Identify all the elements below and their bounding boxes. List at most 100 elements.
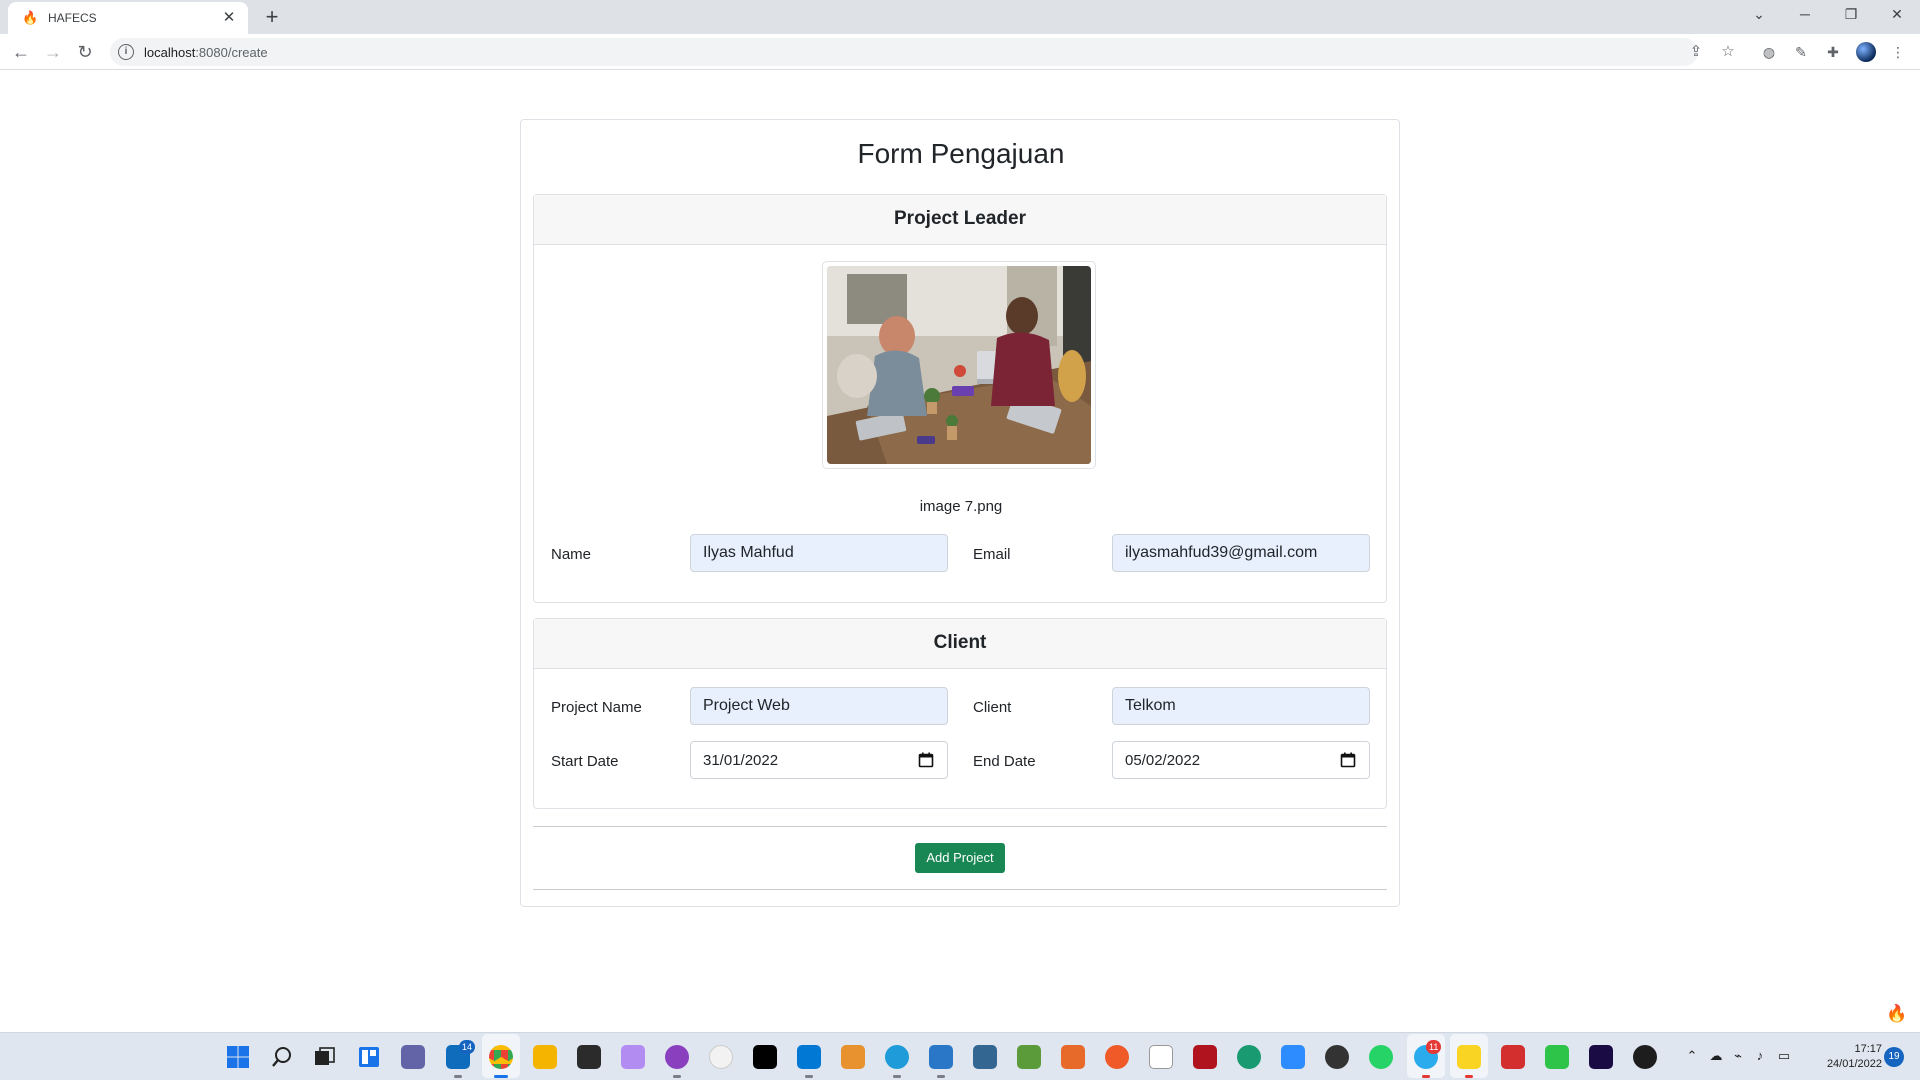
mysql-workbench-icon[interactable] xyxy=(1237,1045,1261,1069)
address-bar[interactable]: i localhost:8080/create ⇪ ☆ xyxy=(110,38,1735,66)
zoom-icon[interactable] xyxy=(1281,1045,1305,1069)
windows-taskbar: 14 11 ⌃ ☁ ⌁ ♪ ▭ 17:17 24/01/2022 19 xyxy=(0,1032,1920,1080)
word-app-icon[interactable] xyxy=(709,1045,733,1069)
browser-toolbar: ← → ↻ i localhost:8080/create ⇪ ☆ ◍ ✎ ✚ … xyxy=(0,34,1920,70)
end-date-label: End Date xyxy=(973,753,1036,770)
tab-search-chevron-icon[interactable]: ⌄ xyxy=(1736,0,1782,30)
calendar-icon[interactable] xyxy=(917,751,935,769)
page-title: Form Pengajuan xyxy=(857,138,1065,169)
running-indicator xyxy=(893,1075,901,1078)
client-label: Client xyxy=(973,699,1012,716)
client-heading: Client xyxy=(534,619,1386,669)
project-leader-section: Project Leader image 7.png Name Ilyas Ma… xyxy=(533,194,1387,603)
bookmark-star-icon[interactable]: ☆ xyxy=(1716,38,1740,66)
new-tab-button[interactable]: + xyxy=(258,4,286,32)
close-window-button[interactable]: ✕ xyxy=(1874,0,1920,30)
task-view-icon[interactable] xyxy=(313,1045,337,1069)
clock-date: 24/01/2022 xyxy=(1826,1058,1882,1070)
extension-cookie-icon[interactable]: ◍ xyxy=(1759,42,1779,62)
divider-bottom xyxy=(533,889,1387,890)
team-meeting-photo xyxy=(827,266,1091,464)
back-arrow-icon[interactable]: ← xyxy=(9,40,33,64)
premiere-pro-icon[interactable] xyxy=(1589,1045,1613,1069)
running-indicator xyxy=(937,1075,945,1078)
end-date-input[interactable]: 05/02/2022 xyxy=(1112,741,1370,779)
network-icon[interactable]: ⌁ xyxy=(1729,1047,1747,1065)
snipping-tool-icon[interactable] xyxy=(1061,1045,1085,1069)
whatsapp-icon[interactable] xyxy=(1369,1045,1393,1069)
battery-icon[interactable]: ▭ xyxy=(1775,1047,1793,1065)
minimize-window-button[interactable]: ─ xyxy=(1782,0,1828,30)
xbox-icon[interactable] xyxy=(1633,1045,1657,1069)
running-indicator xyxy=(1465,1075,1473,1078)
client-section: Client Project Name Client Start Date 31… xyxy=(533,618,1387,809)
file-explorer-icon[interactable] xyxy=(533,1045,557,1069)
dbeaver-icon[interactable] xyxy=(929,1045,953,1069)
github-desktop-icon[interactable] xyxy=(665,1045,689,1069)
onedrive-cloud-icon[interactable]: ☁ xyxy=(1707,1047,1725,1065)
browser-menu-icon[interactable]: ⋮ xyxy=(1888,42,1908,62)
project-name-label: Project Name xyxy=(551,699,642,716)
flame-favicon-icon: 🔥 xyxy=(22,10,39,25)
running-indicator xyxy=(1422,1075,1430,1078)
team-meeting-illustration xyxy=(827,266,1091,464)
close-tab-icon[interactable]: ✕ xyxy=(220,9,238,27)
profile-avatar[interactable] xyxy=(1856,42,1876,62)
tab-title: HAFECS xyxy=(48,11,97,25)
notepad-plus-icon[interactable] xyxy=(1017,1045,1041,1069)
system-clock[interactable]: 17:17 24/01/2022 xyxy=(1812,1042,1882,1072)
volume-icon[interactable]: ♪ xyxy=(1751,1047,1769,1065)
reload-icon[interactable]: ↻ xyxy=(73,40,97,64)
start-date-input[interactable]: 31/01/2022 xyxy=(690,741,948,779)
add-project-button[interactable]: Add Project xyxy=(915,843,1005,873)
name-label: Name xyxy=(551,546,592,563)
start-date-value: 31/01/2022 xyxy=(703,751,779,769)
photo-filename: image 7.png xyxy=(919,498,1003,515)
extension-pen-icon[interactable]: ✎ xyxy=(1791,42,1811,62)
edge-icon[interactable] xyxy=(885,1045,909,1069)
postman-icon[interactable] xyxy=(841,1045,865,1069)
notification-count-badge[interactable]: 19 xyxy=(1884,1047,1904,1067)
running-indicator xyxy=(673,1075,681,1078)
laravel-icon[interactable] xyxy=(1193,1045,1217,1069)
screen-recorder-icon[interactable] xyxy=(1501,1045,1525,1069)
running-indicator xyxy=(454,1075,462,1078)
intellij-icon[interactable] xyxy=(753,1045,777,1069)
postman-orange-icon[interactable] xyxy=(1105,1045,1129,1069)
url-host: localhost xyxy=(144,44,196,60)
sticky-notes-icon[interactable] xyxy=(1457,1045,1481,1069)
site-info-icon[interactable]: i xyxy=(118,44,134,60)
extensions-puzzle-icon[interactable]: ✚ xyxy=(1823,42,1843,62)
obs-icon[interactable] xyxy=(1325,1045,1349,1069)
browser-tab[interactable]: 🔥 HAFECS ✕ xyxy=(8,2,248,34)
postgresql-icon[interactable] xyxy=(973,1045,997,1069)
flame-extension-icon[interactable]: 🔥 xyxy=(1886,1004,1907,1024)
windows-start-icon[interactable] xyxy=(226,1045,250,1069)
chrome-icon[interactable] xyxy=(489,1045,513,1069)
calendar-icon[interactable] xyxy=(1339,751,1357,769)
figma-icon[interactable] xyxy=(621,1045,645,1069)
mail-unread-badge: 14 xyxy=(459,1040,476,1054)
url-text: localhost:8080/create xyxy=(144,45,268,60)
project-name-input[interactable] xyxy=(690,687,948,725)
forward-arrow-icon[interactable]: → xyxy=(41,40,65,64)
start-date-label: Start Date xyxy=(551,753,619,770)
teams-chat-icon[interactable] xyxy=(401,1045,425,1069)
name-input[interactable] xyxy=(690,534,948,572)
email-input[interactable] xyxy=(1112,534,1370,572)
divider-top xyxy=(533,826,1387,827)
form-card: Form Pengajuan Project Leader image 7.pn… xyxy=(520,119,1400,907)
end-date-value: 05/02/2022 xyxy=(1125,751,1201,769)
browser-tab-strip: 🔥 HAFECS ✕ + ⌄ ─ ❐ ✕ xyxy=(0,0,1920,34)
phone-link-icon[interactable] xyxy=(1545,1045,1569,1069)
widgets-icon[interactable] xyxy=(357,1045,381,1069)
client-input[interactable] xyxy=(1112,687,1370,725)
share-icon[interactable]: ⇪ xyxy=(1684,38,1708,66)
terminal-icon[interactable] xyxy=(577,1045,601,1069)
restore-window-button[interactable]: ❐ xyxy=(1828,0,1874,30)
url-path: :8080/create xyxy=(195,44,268,60)
search-icon[interactable] xyxy=(270,1045,294,1069)
wampserver-icon[interactable] xyxy=(1149,1045,1173,1069)
vscode-icon[interactable] xyxy=(797,1045,821,1069)
show-hidden-icons-chevron-icon[interactable]: ⌃ xyxy=(1683,1047,1701,1065)
